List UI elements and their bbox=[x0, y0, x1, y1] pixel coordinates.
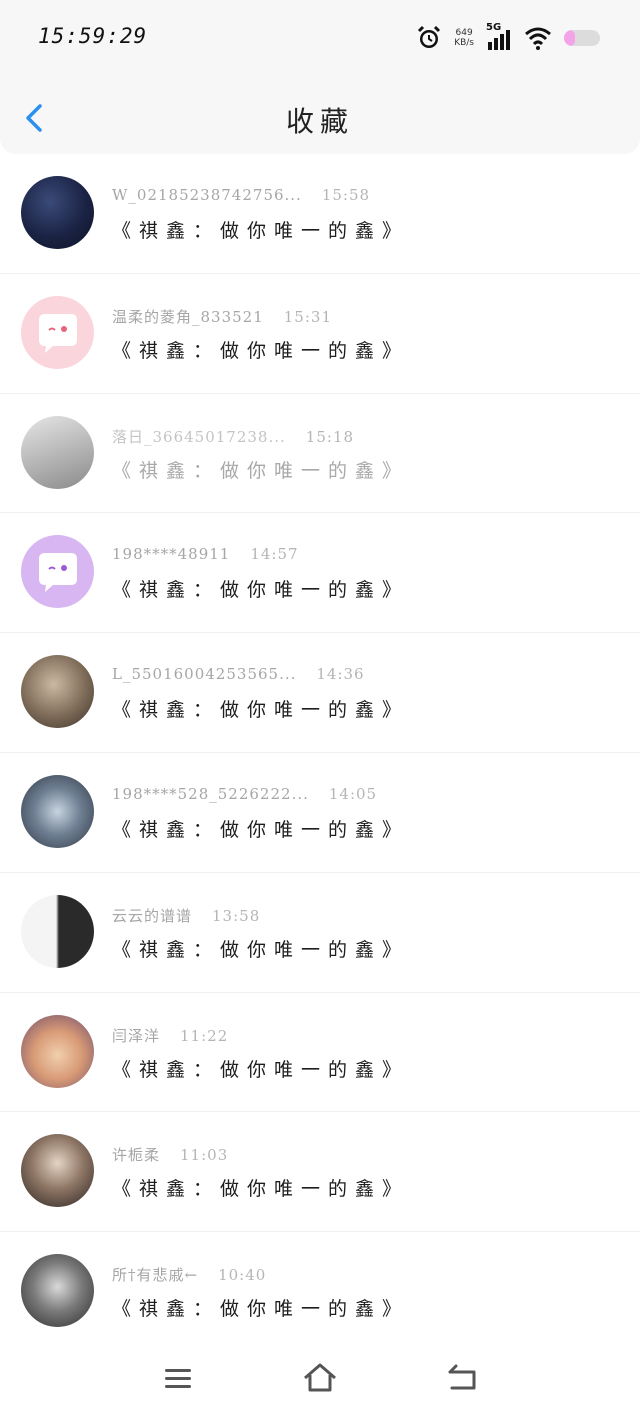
avatar[interactable] bbox=[21, 774, 94, 848]
item-meta: 许栀柔 11:03 bbox=[112, 1144, 228, 1165]
cellular-signal: 5G bbox=[486, 22, 512, 52]
speed-unit: KB/s bbox=[454, 38, 474, 48]
favorite-title[interactable]: 《祺鑫：做你唯一的鑫》 bbox=[112, 695, 409, 722]
network-speed: 649 KB/s bbox=[454, 28, 474, 48]
system-navigation-bar bbox=[0, 1340, 640, 1417]
user-name[interactable]: 所†有悲戚← bbox=[112, 1266, 198, 1284]
user-name[interactable]: 许栀柔 bbox=[112, 1146, 160, 1164]
timestamp: 15:18 bbox=[305, 427, 355, 446]
item-meta: 198****528_5226222... 14:05 bbox=[112, 785, 377, 803]
list-item[interactable]: 温柔的菱角_833521 15:31 《祺鑫：做你唯一的鑫》 bbox=[0, 274, 640, 394]
favorite-title[interactable]: 《祺鑫：做你唯一的鑫》 bbox=[112, 575, 409, 602]
item-meta: 所†有悲戚← 10:40 bbox=[112, 1264, 266, 1285]
timestamp: 14:57 bbox=[250, 545, 299, 564]
avatar[interactable] bbox=[21, 894, 94, 968]
avatar[interactable] bbox=[21, 535, 94, 609]
timestamp: 10:40 bbox=[218, 1266, 267, 1285]
list-item[interactable]: 198****48911 14:57 《祺鑫：做你唯一的鑫》 bbox=[0, 513, 640, 634]
favorite-title[interactable]: 《祺鑫：做你唯一的鑫》 bbox=[112, 456, 409, 483]
menu-icon bbox=[165, 1369, 191, 1388]
timestamp: 15:31 bbox=[283, 307, 332, 326]
item-meta: 闫泽洋 11:22 bbox=[112, 1025, 228, 1046]
top-nav-bar: 收藏 bbox=[0, 78, 640, 154]
list-item[interactable]: 所†有悲戚← 10:40 《祺鑫：做你唯一的鑫》 bbox=[0, 1232, 640, 1352]
list-item[interactable]: W_02185238742756... 15:58 《祺鑫：做你唯一的鑫》 bbox=[0, 154, 640, 274]
favorite-title[interactable]: 《祺鑫：做你唯一的鑫》 bbox=[112, 1055, 409, 1082]
timestamp: 14:36 bbox=[316, 665, 365, 684]
wifi-icon bbox=[525, 27, 551, 50]
favorite-title[interactable]: 《祺鑫：做你唯一的鑫》 bbox=[112, 1174, 409, 1201]
page-title: 收藏 bbox=[285, 105, 354, 138]
avatar[interactable] bbox=[21, 655, 94, 729]
favorite-title[interactable]: 《祺鑫：做你唯一的鑫》 bbox=[112, 336, 409, 363]
user-name[interactable]: W_02185238742756... bbox=[112, 186, 302, 204]
home-icon bbox=[304, 1363, 336, 1392]
timestamp: 11:03 bbox=[180, 1146, 229, 1165]
avatar[interactable] bbox=[21, 176, 94, 249]
list-item[interactable]: L_55016004253565... 14:36 《祺鑫：做你唯一的鑫》 bbox=[0, 633, 640, 753]
chat-bubble-icon bbox=[39, 313, 77, 353]
user-name[interactable]: 云云的谱谱 bbox=[112, 907, 192, 925]
list-item[interactable]: 198****528_5226222... 14:05 《祺鑫：做你唯一的鑫》 bbox=[0, 753, 640, 873]
item-meta: 落日_36645017238... 15:18 bbox=[112, 426, 354, 447]
avatar[interactable] bbox=[21, 295, 94, 369]
avatar[interactable] bbox=[21, 1134, 94, 1208]
user-name[interactable]: 闫泽洋 bbox=[112, 1027, 160, 1045]
status-bar: 15:59:29 649 KB/s 5G bbox=[0, 0, 640, 78]
home-button[interactable] bbox=[302, 1360, 338, 1396]
battery-icon bbox=[564, 30, 600, 46]
battery-fill bbox=[564, 30, 575, 46]
item-meta: 温柔的菱角_833521 15:31 bbox=[112, 306, 332, 327]
favorites-list: W_02185238742756... 15:58 《祺鑫：做你唯一的鑫》 温柔的菱角… bbox=[0, 154, 640, 1352]
avatar[interactable] bbox=[21, 1254, 94, 1328]
status-icons: 649 KB/s 5G bbox=[416, 22, 600, 52]
user-name[interactable]: 落日_36645017238... bbox=[112, 428, 286, 446]
list-item[interactable]: 闫泽洋 11:22 《祺鑫：做你唯一的鑫》 bbox=[0, 993, 640, 1113]
return-button[interactable] bbox=[444, 1360, 480, 1396]
menu-button[interactable] bbox=[160, 1360, 196, 1396]
item-meta: L_55016004253565... 14:36 bbox=[112, 665, 365, 683]
item-meta: 198****48911 14:57 bbox=[112, 545, 299, 563]
user-name[interactable]: L_55016004253565... bbox=[112, 665, 296, 683]
timestamp: 14:05 bbox=[328, 784, 378, 803]
back-arrow-icon bbox=[448, 1364, 476, 1390]
signal-icon bbox=[488, 30, 510, 50]
speed-value: 649 bbox=[455, 28, 473, 38]
list-item[interactable]: 云云的谱谱 13:58 《祺鑫：做你唯一的鑫》 bbox=[0, 873, 640, 993]
avatar[interactable] bbox=[21, 415, 94, 489]
list-item[interactable]: 落日_36645017238... 15:18 《祺鑫：做你唯一的鑫》 bbox=[0, 394, 640, 514]
item-meta: 云云的谱谱 13:58 bbox=[112, 905, 260, 926]
user-name[interactable]: 温柔的菱角_833521 bbox=[112, 308, 264, 326]
list-item[interactable]: 许栀柔 11:03 《祺鑫：做你唯一的鑫》 bbox=[0, 1112, 640, 1233]
favorite-title[interactable]: 《祺鑫：做你唯一的鑫》 bbox=[112, 1294, 409, 1321]
timestamp: 13:58 bbox=[212, 906, 261, 925]
avatar[interactable] bbox=[21, 1014, 94, 1088]
item-meta: W_02185238742756... 15:58 bbox=[112, 186, 370, 204]
timestamp: 15:58 bbox=[321, 186, 371, 204]
timestamp: 11:22 bbox=[180, 1026, 229, 1045]
status-time: 15:59:29 bbox=[38, 24, 148, 48]
alarm-icon bbox=[418, 25, 441, 48]
user-name[interactable]: 198****48911 bbox=[112, 545, 230, 563]
user-name[interactable]: 198****528_5226222... bbox=[112, 785, 309, 803]
favorite-title[interactable]: 《祺鑫：做你唯一的鑫》 bbox=[112, 935, 409, 962]
chat-bubble-icon bbox=[39, 553, 77, 593]
favorite-title[interactable]: 《祺鑫：做你唯一的鑫》 bbox=[112, 216, 409, 243]
favorite-title[interactable]: 《祺鑫：做你唯一的鑫》 bbox=[112, 815, 409, 842]
